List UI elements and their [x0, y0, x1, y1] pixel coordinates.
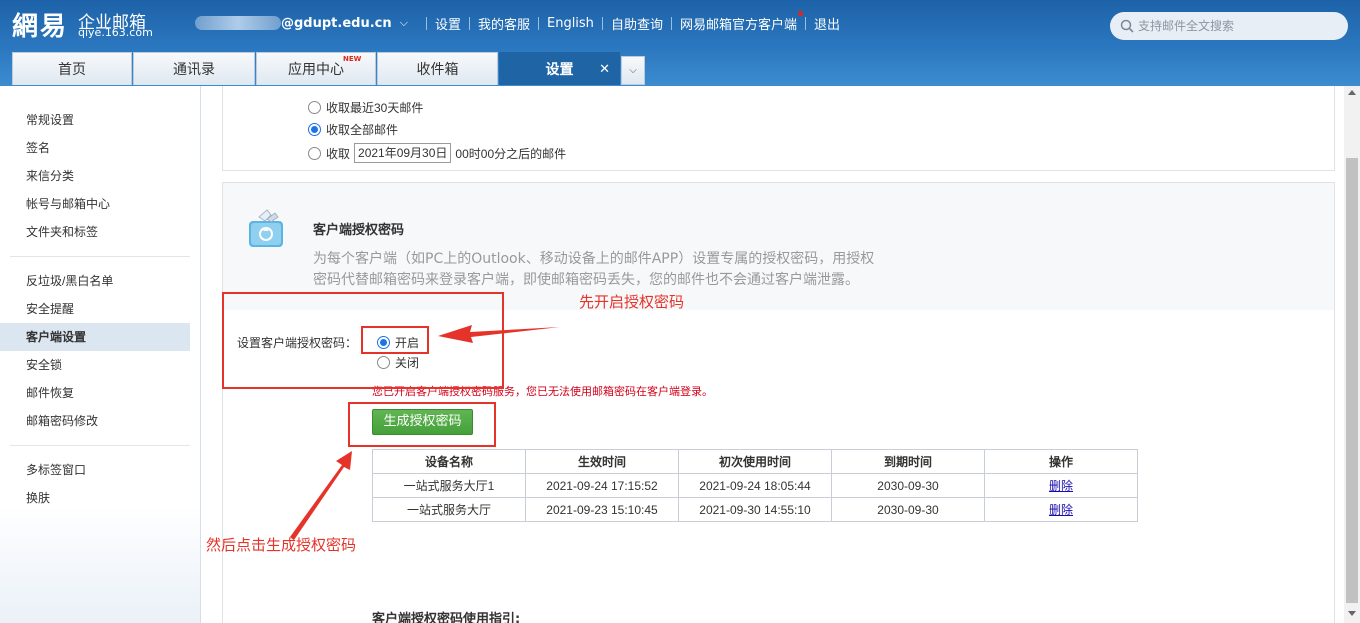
arrow-to-on-option [438, 325, 560, 343]
arrow-to-generate-button [290, 451, 352, 540]
scroll-down-arrow-icon[interactable] [1348, 611, 1356, 616]
scroll-thumb[interactable] [1346, 158, 1358, 603]
scroll-up-arrow-icon[interactable] [1348, 90, 1356, 95]
vertical-scrollbar[interactable] [1344, 86, 1360, 623]
annotation-arrows [290, 325, 560, 540]
